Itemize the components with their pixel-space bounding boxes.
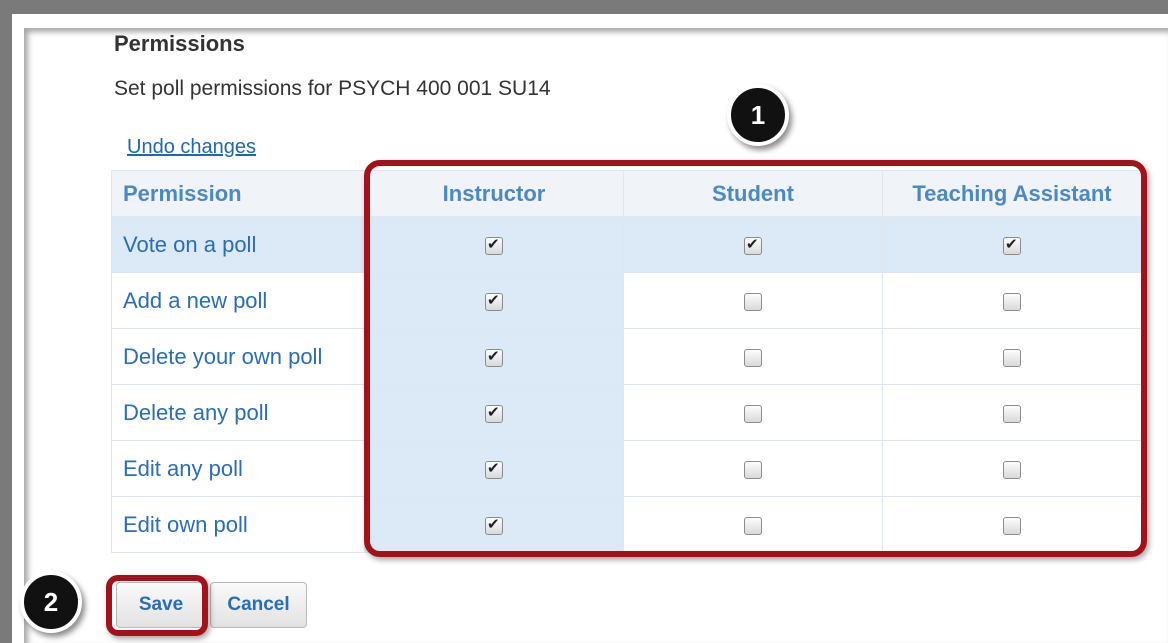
teaching-assistant-checkbox[interactable] bbox=[1003, 404, 1021, 423]
table-header-row: Permission Instructor Student Teaching A… bbox=[111, 170, 1142, 217]
permission-cell-teaching-assistant bbox=[882, 440, 1142, 497]
table-row: Delete your own poll bbox=[111, 328, 1142, 385]
student-checkbox[interactable] bbox=[744, 292, 762, 311]
student-checkbox[interactable] bbox=[744, 460, 762, 479]
permission-cell-student bbox=[623, 216, 883, 273]
permission-cell-instructor bbox=[364, 496, 624, 553]
permission-cell-teaching-assistant bbox=[882, 272, 1142, 329]
permission-cell-teaching-assistant bbox=[882, 384, 1142, 441]
annotation-badge-1: 1 bbox=[727, 84, 789, 146]
instructor-checkbox[interactable] bbox=[485, 347, 503, 367]
teaching-assistant-checkbox[interactable] bbox=[1003, 235, 1021, 255]
instructor-checkbox[interactable] bbox=[485, 291, 503, 311]
column-header-permission: Permission bbox=[111, 170, 365, 217]
permission-cell-teaching-assistant bbox=[882, 328, 1142, 385]
permission-cell-instructor bbox=[364, 328, 624, 385]
permission-cell-instructor bbox=[364, 216, 624, 273]
permissions-table: Permission Instructor Student Teaching A… bbox=[111, 170, 1142, 553]
teaching-assistant-checkbox[interactable] bbox=[1003, 516, 1021, 535]
permission-cell-student bbox=[623, 384, 883, 441]
permission-cell-teaching-assistant bbox=[882, 216, 1142, 273]
permission-label: Delete any poll bbox=[111, 384, 365, 441]
student-checkbox[interactable] bbox=[744, 348, 762, 367]
permission-cell-teaching-assistant bbox=[882, 496, 1142, 553]
cancel-button[interactable]: Cancel bbox=[210, 582, 307, 628]
annotation-badge-2: 2 bbox=[20, 571, 82, 633]
undo-changes-link[interactable]: Undo changes bbox=[127, 136, 256, 159]
table-row: Edit own poll bbox=[111, 496, 1142, 553]
permissions-table-body: Vote on a pollAdd a new pollDelete your … bbox=[111, 216, 1142, 553]
column-header-instructor: Instructor bbox=[364, 170, 624, 217]
student-checkbox[interactable] bbox=[744, 516, 762, 535]
permission-label: Delete your own poll bbox=[111, 328, 365, 385]
teaching-assistant-checkbox[interactable] bbox=[1003, 348, 1021, 367]
instructor-checkbox[interactable] bbox=[485, 235, 503, 255]
table-row: Delete any poll bbox=[111, 384, 1142, 441]
table-row: Add a new poll bbox=[111, 272, 1142, 329]
table-row: Edit any poll bbox=[111, 440, 1142, 497]
student-checkbox[interactable] bbox=[744, 235, 762, 255]
permission-cell-student bbox=[623, 328, 883, 385]
teaching-assistant-checkbox[interactable] bbox=[1003, 460, 1021, 479]
save-button[interactable]: Save bbox=[116, 582, 206, 628]
permission-cell-student bbox=[623, 440, 883, 497]
student-checkbox[interactable] bbox=[744, 404, 762, 423]
table-row: Vote on a poll bbox=[111, 216, 1142, 273]
permission-cell-instructor bbox=[364, 440, 624, 497]
permission-cell-instructor bbox=[364, 384, 624, 441]
instructor-checkbox[interactable] bbox=[485, 403, 503, 423]
permission-label: Add a new poll bbox=[111, 272, 365, 329]
page-title: Permissions bbox=[114, 31, 245, 56]
instructor-checkbox[interactable] bbox=[485, 459, 503, 479]
permission-label: Edit own poll bbox=[111, 496, 365, 553]
permission-cell-student bbox=[623, 496, 883, 553]
page-subtitle: Set poll permissions for PSYCH 400 001 S… bbox=[114, 77, 551, 100]
permission-label: Edit any poll bbox=[111, 440, 365, 497]
column-header-student: Student bbox=[623, 170, 883, 217]
column-header-teaching-assistant: Teaching Assistant bbox=[882, 170, 1142, 217]
instructor-checkbox[interactable] bbox=[485, 515, 503, 535]
permission-cell-student bbox=[623, 272, 883, 329]
permission-cell-instructor bbox=[364, 272, 624, 329]
permission-label: Vote on a poll bbox=[111, 216, 365, 273]
teaching-assistant-checkbox[interactable] bbox=[1003, 292, 1021, 311]
